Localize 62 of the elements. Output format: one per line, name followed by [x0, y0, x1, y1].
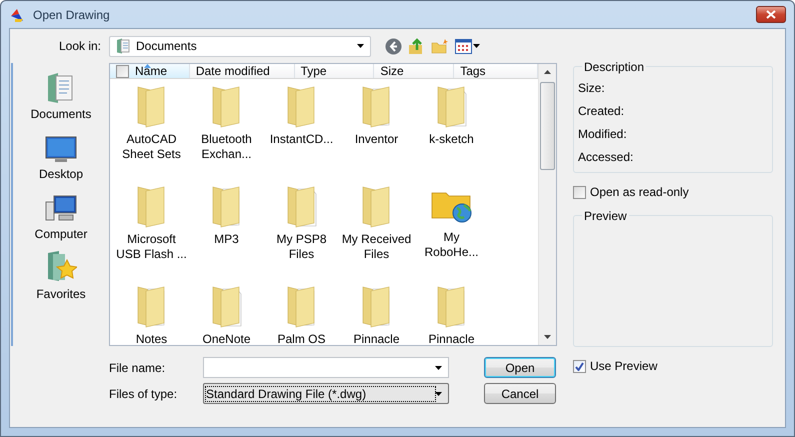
folder-item[interactable]: My RoboHe...	[414, 183, 489, 281]
column-header[interactable]: Size	[374, 64, 454, 78]
folder-item[interactable]: Palm OS	[264, 283, 339, 345]
description-field-label: Created:	[578, 104, 626, 118]
look-in-value: Documents	[136, 39, 198, 53]
file-type-dropdown[interactable]: Standard Drawing File (*.dwg)	[203, 383, 449, 404]
new-folder-icon[interactable]	[431, 38, 449, 54]
column-header[interactable]: Date modified	[190, 64, 295, 78]
folder-item[interactable]: MP3	[189, 183, 264, 281]
documents-icon	[116, 38, 130, 54]
folder-item[interactable]: InstantCD...	[264, 83, 339, 181]
places-item[interactable]: Documents	[30, 69, 92, 121]
folder-item[interactable]: Notes	[114, 283, 189, 345]
file-type-label: Files of type:	[109, 386, 178, 400]
folder-item[interactable]: Bluetooth Exchan...	[189, 83, 264, 181]
places-item[interactable]: Desktop	[38, 129, 84, 181]
look-in-label: Look in:	[58, 39, 102, 53]
file-name-label: File name:	[109, 360, 166, 374]
folder-item[interactable]: Pinnacle	[414, 283, 489, 345]
read-only-checkbox[interactable]: Open as read-only	[573, 183, 773, 201]
app-logo-icon	[9, 6, 25, 22]
checkbox[interactable]	[116, 64, 129, 78]
cancel-button[interactable]: Cancel	[484, 383, 556, 404]
description-field-label: Accessed:	[578, 150, 634, 164]
look-in-dropdown[interactable]: Documents	[109, 36, 371, 56]
file-name-field[interactable]	[203, 357, 449, 378]
caret-icon	[357, 44, 364, 48]
caret-icon	[435, 366, 442, 370]
use-preview-checkbox[interactable]: Use Preview	[573, 357, 773, 375]
folder-up-icon[interactable]	[408, 38, 425, 54]
group-title: Preview	[582, 209, 629, 223]
monitor-icon	[45, 136, 77, 164]
folder-item[interactable]: Microsoft USB Flash ...	[114, 183, 189, 281]
folder-item[interactable]: My Received Files	[339, 183, 414, 281]
folder-item[interactable]: k-sketch	[414, 83, 489, 181]
column-header[interactable]: Name	[110, 64, 190, 78]
back-icon[interactable]	[385, 38, 402, 54]
close-button[interactable]	[756, 6, 786, 23]
scroll-thumb[interactable]	[540, 82, 555, 170]
group-title: Description	[582, 60, 646, 74]
description-field-label: Modified:	[578, 127, 628, 141]
scrollbar[interactable]	[538, 64, 556, 345]
folder-item[interactable]: My PSP8 Files	[264, 183, 339, 281]
places-item[interactable]: Computer	[34, 189, 88, 241]
column-header[interactable]: Type	[294, 64, 374, 78]
window-title: Open Drawing	[33, 8, 111, 22]
scroll-up-icon[interactable]	[544, 70, 551, 74]
checkbox[interactable]	[573, 360, 586, 372]
caret-icon	[435, 392, 442, 396]
open-button[interactable]: Open	[484, 357, 556, 378]
close-icon	[766, 10, 776, 19]
description-field-label: Size:	[578, 81, 606, 95]
scroll-down-icon[interactable]	[544, 335, 551, 339]
checkbox[interactable]	[573, 186, 586, 198]
sort-arrow-icon	[144, 64, 151, 68]
folder-item[interactable]: Pinnacle	[339, 283, 414, 345]
folder-item[interactable]: OneNote	[189, 283, 264, 345]
folder-item[interactable]: Inventor	[339, 83, 414, 181]
check-icon	[575, 362, 584, 370]
view-menu-icon[interactable]	[455, 38, 480, 54]
places-item[interactable]: Favorites	[36, 249, 86, 301]
folder-item[interactable]: AutoCAD Sheet Sets	[114, 83, 189, 181]
